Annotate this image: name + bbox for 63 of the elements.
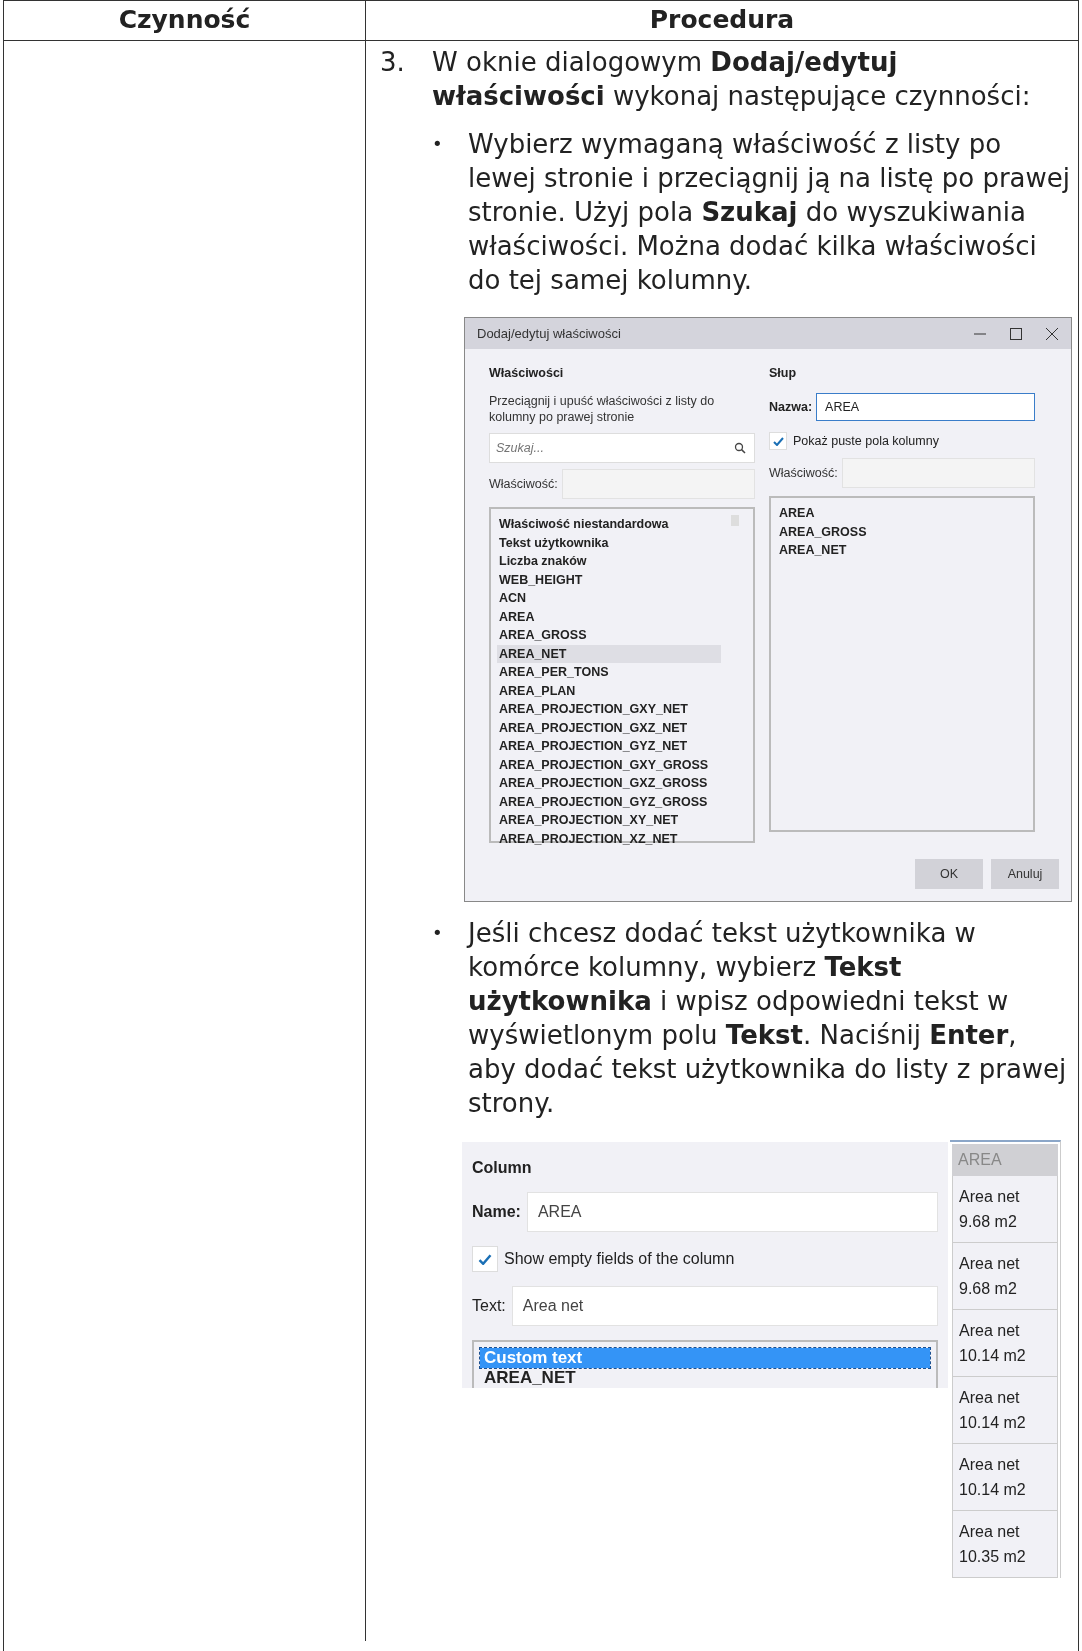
list-item[interactable]: AREA_PLAN (497, 681, 721, 700)
list-item[interactable]: AREA_PROJECTION_XZ_NET (497, 829, 721, 848)
list-item[interactable]: Tekst użytkownika (497, 533, 721, 552)
section-heading: Słup (769, 365, 798, 381)
close-icon[interactable] (1045, 326, 1059, 341)
list-item[interactable]: AREA_PROJECTION_GYZ_NET (497, 737, 721, 756)
hint-text: Przeciągnij i upuść właściwości z listy do kolumny po prawej stronie (489, 393, 716, 426)
bullet-text: Jeśli chcesz dodać tekst użytkownika w komórce kolumny, wybierz Tekst użytkownika i wpisz odpowiedni tekst w wyświetlonym polu Tekst. Naciśnij Enter, aby dodać tekst użytkownika do listy z prawej strony. (468, 917, 1068, 1120)
text-field[interactable]: Area net (511, 1286, 938, 1326)
name-field[interactable]: AREA (816, 393, 1035, 421)
maximize-icon[interactable] (1009, 326, 1023, 341)
list-item[interactable]: WEB_HEIGHT (497, 570, 721, 589)
property-label: Właściwość: (489, 476, 558, 492)
bullet-marker: • (432, 921, 444, 945)
step-number: 3. (380, 46, 406, 79)
table-cell: Area net 10.14 m2 (952, 1377, 1058, 1444)
cancel-button[interactable]: Anuluj (991, 859, 1059, 889)
table-cell: Area net 9.68 m2 (952, 1243, 1058, 1310)
list-item[interactable]: AREA_PROJECTION_GXZ_GROSS (497, 774, 721, 793)
section-heading: Właściwości (489, 365, 565, 381)
list-item[interactable]: AREA_PROJECTION_GXY_NET (497, 700, 721, 719)
list-item[interactable]: Liczba znaków (497, 552, 721, 571)
column-header: Procedura (648, 4, 796, 36)
ok-button[interactable]: OK (915, 859, 983, 889)
search-icon (734, 442, 746, 454)
scrollbar-thumb[interactable] (731, 515, 739, 526)
table-cell: Area net 10.14 m2 (952, 1444, 1058, 1511)
list-item[interactable]: AREA_PROJECTION_GYZ_GROSS (497, 792, 721, 811)
list-item[interactable]: AREA_PROJECTION_GXY_GROSS (497, 755, 721, 774)
list-item[interactable]: AREA_GROSS (777, 522, 1001, 541)
column-header: Czynność (4, 1, 366, 40)
name-label: Nazwa: (769, 399, 813, 415)
bullet-marker: • (432, 132, 444, 156)
check-icon (478, 1253, 492, 1265)
step-text: W oknie dialogowym Dodaj/edytuj właściwości wykonaj następujące czynności: (432, 46, 1032, 113)
list-item[interactable]: AREA_GROSS (497, 626, 721, 645)
list-item[interactable]: AREA_PROJECTION_GXZ_NET (497, 718, 721, 737)
list-item[interactable]: AREA_PROJECTION_XY_NET (497, 811, 721, 830)
list-item[interactable]: AREA (497, 607, 721, 626)
property-label: Właściwość: (769, 465, 838, 481)
window-title: Dodaj/edytuj właściwości (477, 325, 622, 342)
table-cell: Area net 9.68 m2 (952, 1176, 1058, 1243)
name-label: Name: (472, 1202, 521, 1222)
text-label: Text: (472, 1296, 506, 1316)
checkbox-label: Show empty fields of the column (504, 1249, 735, 1269)
list-item[interactable]: AREA_NET (480, 1368, 930, 1388)
list-item[interactable]: Właściwość niestandardowa (497, 515, 721, 534)
search-field[interactable]: Szukaj... (489, 433, 755, 463)
table-cell: Area net 10.35 m2 (952, 1511, 1058, 1578)
column-header: AREA (952, 1144, 1058, 1176)
checkbox[interactable] (472, 1246, 498, 1272)
checkbox-label: Pokaż puste pola kolumny (793, 433, 939, 449)
list-item[interactable]: AREA (777, 504, 1001, 523)
list-item[interactable]: ACN (497, 589, 721, 608)
section-heading: Column (472, 1158, 533, 1178)
name-field[interactable]: AREA (526, 1192, 938, 1232)
table-cell: Area net 10.14 m2 (952, 1310, 1058, 1377)
bullet-text: Wybierz wymaganą właściwość z listy po lewej stronie i przeciągnij ją na listę po prawej stronie. Użyj pola Szukaj do wyszukiwania właściwości. Można dodać kilka właściwości do tej samej kolumny. (468, 128, 1071, 297)
list-item[interactable]: AREA_NET (497, 644, 721, 663)
checkbox[interactable] (769, 432, 787, 450)
list-item[interactable]: AREA_PER_TONS (497, 663, 721, 682)
check-icon (772, 436, 784, 446)
list-item[interactable]: AREA_NET (777, 541, 1001, 560)
